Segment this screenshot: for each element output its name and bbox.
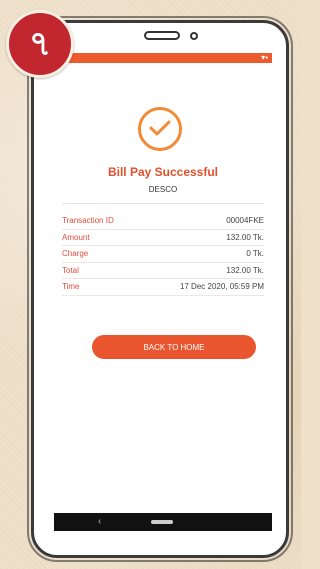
detail-label: Transaction ID <box>62 216 114 226</box>
step-number-badge: ৭ <box>6 10 74 78</box>
detail-value: 0 Tk. <box>246 249 264 259</box>
detail-row-time: Time 17 Dec 2020, 05:59 PM <box>62 279 264 296</box>
detail-value: 132.00 Tk. <box>226 232 264 242</box>
front-camera <box>190 32 198 40</box>
provider-name: DESCO <box>148 185 178 194</box>
signal-battery-icon: ▾▪ <box>261 53 268 62</box>
transaction-details: Transaction ID 00004FKE Amount 132.00 Tk… <box>62 213 264 296</box>
detail-row-charge: Charge 0 Tk. <box>62 246 264 263</box>
android-nav-bar: ‹ <box>54 513 272 531</box>
nav-back-icon[interactable]: ‹ <box>98 515 101 529</box>
phone-frame: ▾▪ Bill Pay Successful DESCO Transaction… <box>31 20 289 558</box>
detail-row-amount: Amount 132.00 Tk. <box>62 230 264 246</box>
speaker-slot <box>144 31 180 40</box>
success-title: Bill Pay Successful <box>107 165 219 179</box>
detail-label: Amount <box>62 232 90 242</box>
nav-home-pill-icon[interactable] <box>151 520 173 524</box>
detail-value: 132.00 Tk. <box>226 265 264 275</box>
detail-label: Time <box>62 282 80 292</box>
phone-screen: ▾▪ Bill Pay Successful DESCO Transaction… <box>54 53 272 531</box>
detail-value: 17 Dec 2020, 05:59 PM <box>179 282 264 292</box>
detail-row-transaction-id: Transaction ID 00004FKE <box>62 213 264 230</box>
detail-row-total: Total 132.00 Tk. <box>62 263 264 279</box>
detail-label: Total <box>62 265 79 275</box>
back-to-home-button[interactable]: BACK TO HOME <box>92 335 256 359</box>
detail-label: Charge <box>62 249 89 259</box>
divider <box>62 203 264 204</box>
success-check-icon <box>138 107 182 151</box>
detail-value: 00004FKE <box>226 216 264 226</box>
status-bar: ▾▪ <box>54 53 272 63</box>
